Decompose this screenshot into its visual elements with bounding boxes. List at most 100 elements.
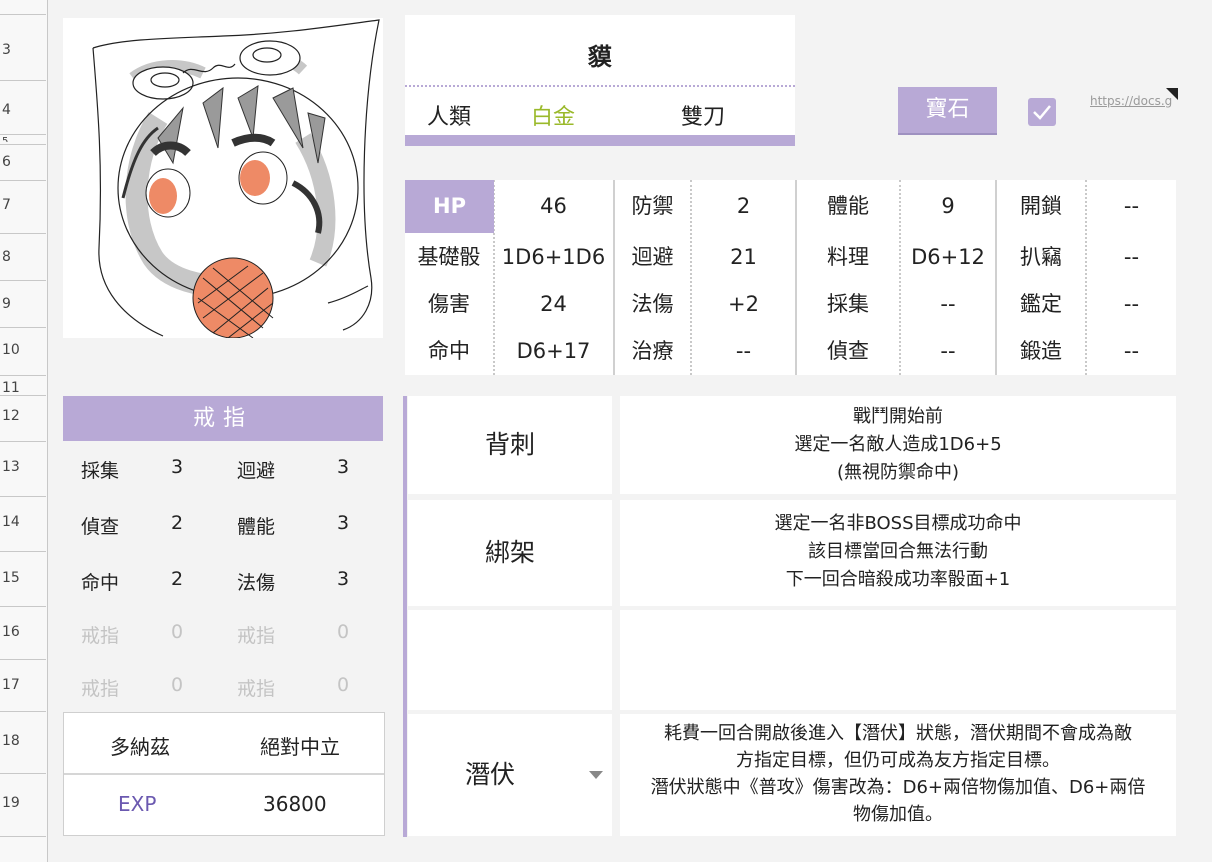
stat-label-healing[interactable]: 治療 (615, 327, 690, 375)
stat-value-defense[interactable]: 2 (692, 182, 795, 230)
stat-value-stamina[interactable]: 9 (901, 182, 995, 230)
ring-stat-label[interactable]: 戒指 (237, 621, 275, 648)
ring-header[interactable]: 戒指 (63, 396, 383, 441)
row-number[interactable]: 15 (0, 570, 46, 586)
ring-stat-value[interactable]: 2 (171, 568, 183, 590)
ring-stat-value[interactable]: 3 (171, 456, 183, 478)
character-name[interactable]: 貘 (405, 37, 795, 72)
stat-label-investigation[interactable]: 偵查 (797, 327, 899, 375)
skill-description[interactable]: 戰鬥開始前 選定一名敵人造成1D6+5 (無視防禦命中) (620, 396, 1176, 494)
stat-value-evasion[interactable]: 21 (692, 233, 795, 281)
row-number[interactable]: 6 (0, 154, 46, 170)
exp-value[interactable]: 36800 (263, 792, 327, 816)
deity-name[interactable]: 多納茲 (110, 731, 170, 760)
stat-value-appraisal[interactable]: -- (1087, 280, 1176, 328)
ring-stat-value[interactable]: 2 (171, 512, 183, 534)
ring-stat-label[interactable]: 戒指 (237, 674, 275, 701)
stat-label-gathering[interactable]: 採集 (797, 280, 899, 328)
row-number[interactable]: 8 (0, 249, 46, 265)
ring-stat-value[interactable]: 3 (337, 512, 349, 534)
stat-label-damage[interactable]: 傷害 (405, 280, 493, 328)
skill-description-line: 耗費一回合開啟後進入【潛伏】狀態，潛伏期間不會成為敵 (664, 723, 1132, 744)
row-number[interactable]: 17 (0, 677, 46, 693)
skill-name-empty[interactable] (408, 610, 612, 710)
skill-description[interactable]: 選定一名非BOSS目標成功命中 該目標當回合無法行動 下一回合暗殺成功率骰面+1 (620, 500, 1176, 606)
ring-stat-value[interactable]: 0 (337, 674, 349, 696)
row-number[interactable]: 7 (0, 197, 46, 213)
exp-label[interactable]: EXP (118, 792, 156, 816)
stat-label-hp[interactable]: HP (405, 180, 494, 233)
stat-value-lockpick[interactable]: -- (1087, 182, 1176, 230)
skill-description-line: 下一回合暗殺成功率骰面+1 (785, 569, 1011, 590)
stats-grid: HP 46 防禦 2 體能 9 開鎖 -- 基礎骰 1D6+1D6 迴避 21 … (405, 180, 1176, 375)
stat-label-evasion[interactable]: 迴避 (615, 233, 690, 281)
row-number[interactable]: 5 (0, 136, 46, 142)
checkbox[interactable] (1028, 98, 1056, 126)
stat-label-pickpocket[interactable]: 扒竊 (997, 233, 1085, 281)
ring-stat-value[interactable]: 3 (337, 568, 349, 590)
stat-value-healing[interactable]: -- (692, 327, 795, 375)
stat-value-smithing[interactable]: -- (1087, 327, 1176, 375)
stat-value-gathering[interactable]: -- (901, 280, 995, 328)
docs-link[interactable]: https://docs.google.com/ (1090, 94, 1172, 138)
stat-value-damage[interactable]: 24 (495, 280, 612, 328)
stat-value-cooking[interactable]: D6+12 (901, 233, 995, 281)
skill-dropdown[interactable]: 潛伏 (408, 714, 612, 836)
stat-label-smithing[interactable]: 鍛造 (997, 327, 1085, 375)
stat-label-accuracy[interactable]: 命中 (405, 327, 493, 375)
gem-button[interactable]: 寶石 (898, 87, 997, 135)
race-value[interactable]: 人類 (427, 99, 471, 131)
ring-stat-label[interactable]: 戒指 (81, 674, 119, 701)
stat-value-hp[interactable]: 46 (495, 182, 612, 230)
stat-value-accuracy[interactable]: D6+17 (495, 327, 612, 375)
ring-stat-label[interactable]: 體能 (237, 512, 275, 539)
row-divider (0, 134, 46, 135)
ring-stat-value[interactable]: 0 (171, 621, 183, 643)
row-number[interactable]: 12 (0, 408, 46, 424)
ring-stat-label[interactable]: 戒指 (81, 621, 119, 648)
alignment-value[interactable]: 絕對中立 (260, 731, 340, 760)
ring-stat-value[interactable]: 0 (171, 674, 183, 696)
ring-stat-label[interactable]: 法傷 (237, 568, 275, 595)
row-number[interactable]: 3 (0, 42, 46, 58)
stat-label-magic-damage[interactable]: 法傷 (615, 280, 690, 328)
row-number[interactable]: 9 (0, 296, 46, 312)
row-number[interactable]: 10 (0, 342, 46, 358)
skill-name[interactable]: 綁架 (408, 500, 612, 606)
stat-label-base-dice[interactable]: 基礎骰 (405, 233, 493, 281)
weapon-value[interactable]: 雙刀 (681, 99, 725, 131)
ring-stat-label[interactable]: 採集 (81, 456, 119, 483)
stat-value-magic-damage[interactable]: +2 (692, 280, 795, 328)
skill-description-empty[interactable] (620, 610, 1176, 710)
row-number[interactable]: 14 (0, 514, 46, 530)
row-divider (0, 551, 46, 552)
stat-label-defense[interactable]: 防禦 (615, 182, 690, 230)
ring-stat-label[interactable]: 偵查 (81, 512, 119, 539)
skill-name[interactable]: 背刺 (408, 396, 612, 494)
checkmark-icon (1033, 105, 1051, 120)
skill-description[interactable]: 耗費一回合開啟後進入【潛伏】狀態，潛伏期間不會成為敵 方指定目標，但仍可成為友方… (620, 714, 1176, 836)
ring-row: 偵查 2 體能 3 (63, 500, 383, 550)
chevron-down-icon[interactable] (589, 771, 603, 779)
stat-label-appraisal[interactable]: 鑑定 (997, 280, 1085, 328)
row-number[interactable]: 11 (0, 380, 46, 394)
ring-stat-value[interactable]: 3 (337, 456, 349, 478)
stat-label-cooking[interactable]: 料理 (797, 233, 899, 281)
row-number[interactable]: 13 (0, 459, 46, 475)
row-number[interactable]: 16 (0, 624, 46, 640)
ring-stat-label[interactable]: 迴避 (237, 456, 275, 483)
rank-value[interactable]: 白金 (531, 99, 575, 131)
ring-stat-label[interactable]: 命中 (81, 568, 119, 595)
row-number[interactable]: 4 (0, 102, 46, 118)
stat-value-base-dice[interactable]: 1D6+1D6 (495, 233, 612, 281)
stat-value-pickpocket[interactable]: -- (1087, 233, 1176, 281)
row-divider (0, 233, 46, 234)
stat-value-investigation[interactable]: -- (901, 327, 995, 375)
row-number[interactable]: 18 (0, 733, 46, 749)
stat-label-stamina[interactable]: 體能 (797, 182, 899, 230)
ring-stat-value[interactable]: 0 (337, 621, 349, 643)
row-divider (0, 327, 46, 328)
stat-label-lockpick[interactable]: 開鎖 (997, 182, 1085, 230)
row-number[interactable]: 19 (0, 795, 46, 811)
row-divider (0, 80, 46, 81)
